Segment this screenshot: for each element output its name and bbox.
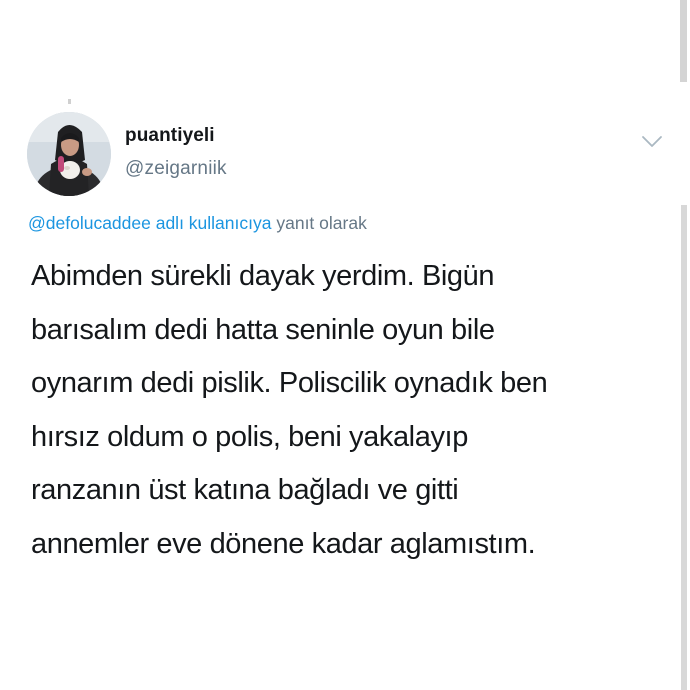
avatar-image: [27, 112, 111, 196]
scrollbar-top[interactable]: [680, 0, 687, 82]
reply-suffix: yanıt olarak: [276, 213, 367, 233]
display-name[interactable]: puantiyeli: [125, 125, 215, 147]
tweet-line: oynarım dedi pislik. Poliscilik oynadık …: [31, 367, 548, 399]
chevron-down-icon[interactable]: [640, 132, 664, 150]
tweet-line: barısalım dedi hatta seninle oyun bile: [31, 313, 495, 346]
user-handle[interactable]: @zeigarniik: [125, 158, 227, 180]
divider-mark: [68, 99, 71, 104]
tweet-text: Abimden sürekli dayak yerdim. Bigün barı…: [31, 250, 671, 571]
reply-context: @defolucaddee adlı kullanıcıya yanıt ola…: [28, 213, 367, 234]
tweet-line: annemler eve dönene kadar aglamıstım.: [31, 527, 536, 560]
tweet-line: Abimden sürekli dayak yerdim. Bigün: [31, 260, 495, 292]
tweet-line: ranzanın üst katına bağladı ve gitti: [31, 474, 459, 506]
scrollbar-right[interactable]: [681, 205, 687, 690]
tweet-line: hırsız oldum o polis, beni yakalayıp: [31, 420, 468, 453]
avatar[interactable]: [27, 112, 111, 196]
reply-mention-link[interactable]: @defolucaddee adlı kullanıcıya: [28, 213, 271, 233]
